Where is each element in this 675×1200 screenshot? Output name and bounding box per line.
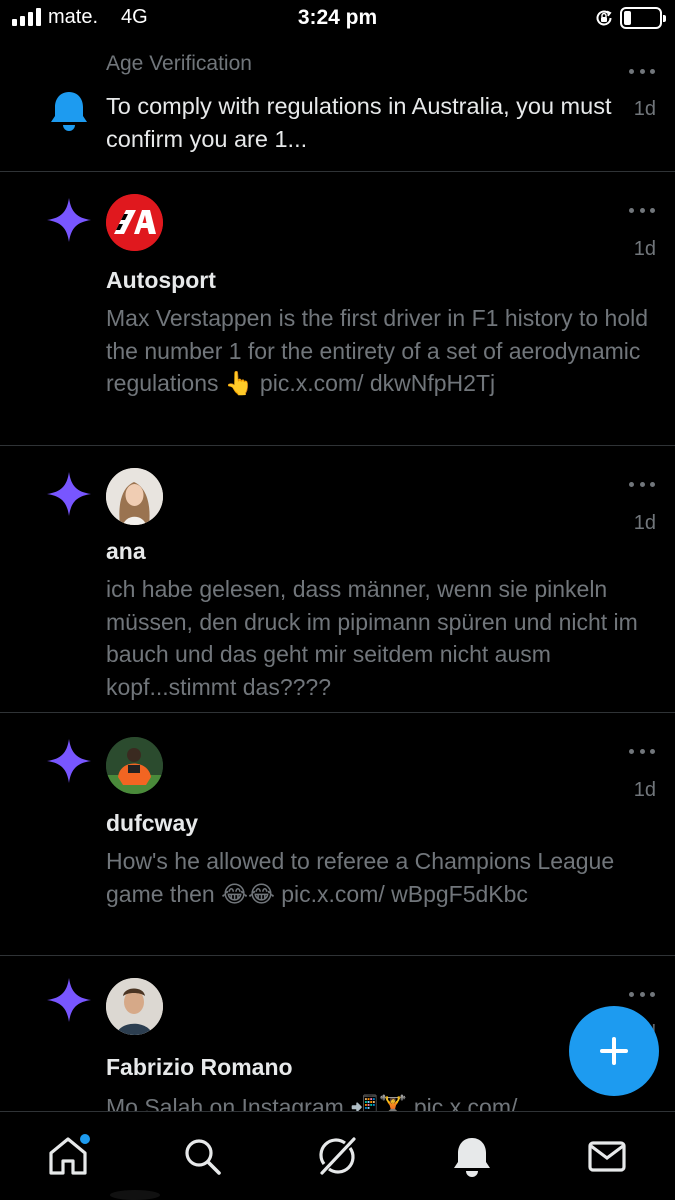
notification-item[interactable]: 1d Autosport Max Verstappen is the first…: [0, 172, 675, 446]
more-options-icon[interactable]: [629, 990, 655, 998]
sparkle-icon: [47, 739, 91, 783]
nav-search[interactable]: [180, 1134, 224, 1178]
autosport-logo: [106, 194, 163, 251]
post-text: How's he allowed to referee a Champions …: [106, 848, 615, 907]
notification-time: 1d: [633, 238, 656, 260]
status-time: 3:24 pm: [297, 6, 378, 29]
more-options-icon[interactable]: [629, 206, 655, 214]
search-icon: [185, 1139, 221, 1175]
avatar[interactable]: [106, 978, 163, 1035]
notification-time: 1d: [633, 512, 656, 534]
battery-level: [624, 11, 631, 25]
more-options-icon[interactable]: [629, 67, 655, 75]
avatar-photo: [106, 468, 163, 525]
nav-messages[interactable]: [585, 1134, 629, 1178]
more-options-icon[interactable]: [629, 480, 655, 488]
messages-icon: [588, 1141, 626, 1172]
notification-time: 1d: [633, 779, 656, 801]
orientation-lock-icon: [596, 10, 612, 26]
nav-home[interactable]: [46, 1134, 90, 1178]
nav-notifications[interactable]: [450, 1134, 494, 1178]
author-name[interactable]: Fabrizio Romano: [106, 1054, 293, 1081]
author-name[interactable]: dufcway: [106, 810, 198, 837]
author-name[interactable]: ana: [106, 538, 146, 565]
home-indicator: [110, 1190, 160, 1200]
notification-label: Age Verification: [106, 52, 252, 75]
sparkle-icon: [47, 198, 91, 242]
grok-icon: [319, 1137, 356, 1175]
notifications-feed[interactable]: Age Verification To comply with regulati…: [0, 38, 675, 1111]
notifications-bell-icon: [454, 1138, 490, 1177]
author-name[interactable]: Autosport: [106, 267, 216, 294]
notification-item-age-verification[interactable]: Age Verification To comply with regulati…: [0, 38, 675, 172]
notification-time: 1d: [633, 98, 656, 120]
bottom-navigation: [0, 1111, 675, 1200]
status-bar: mate. 4G 3:24 pm: [0, 0, 675, 38]
avatar[interactable]: [106, 194, 163, 251]
avatar-photo: [106, 978, 163, 1035]
post-text: Max Verstappen is the first driver in F1…: [106, 305, 649, 396]
sparkle-icon: [47, 978, 91, 1022]
notification-item[interactable]: 1d dufcway How's he allowed to referee a…: [0, 713, 675, 956]
post-text: Mo Salah on Instagram 📲🏋️ pic.x.com/: [106, 1094, 518, 1111]
notification-text: To comply with regulations in Australia,…: [106, 93, 612, 152]
sparkle-icon: [47, 472, 91, 516]
avatar-photo: [106, 737, 163, 794]
avatar[interactable]: [106, 468, 163, 525]
avatar[interactable]: [106, 737, 163, 794]
battery-icon: [620, 7, 666, 29]
compose-button[interactable]: [569, 1006, 659, 1096]
bell-icon: [51, 92, 87, 131]
more-options-icon[interactable]: [629, 747, 655, 755]
home-badge: [80, 1134, 90, 1144]
nav-grok[interactable]: [315, 1134, 359, 1178]
post-text: ich habe gelesen, dass männer, wenn sie …: [106, 576, 638, 700]
notification-item[interactable]: 1d ana ich habe gelesen, dass männer, we…: [0, 446, 675, 713]
